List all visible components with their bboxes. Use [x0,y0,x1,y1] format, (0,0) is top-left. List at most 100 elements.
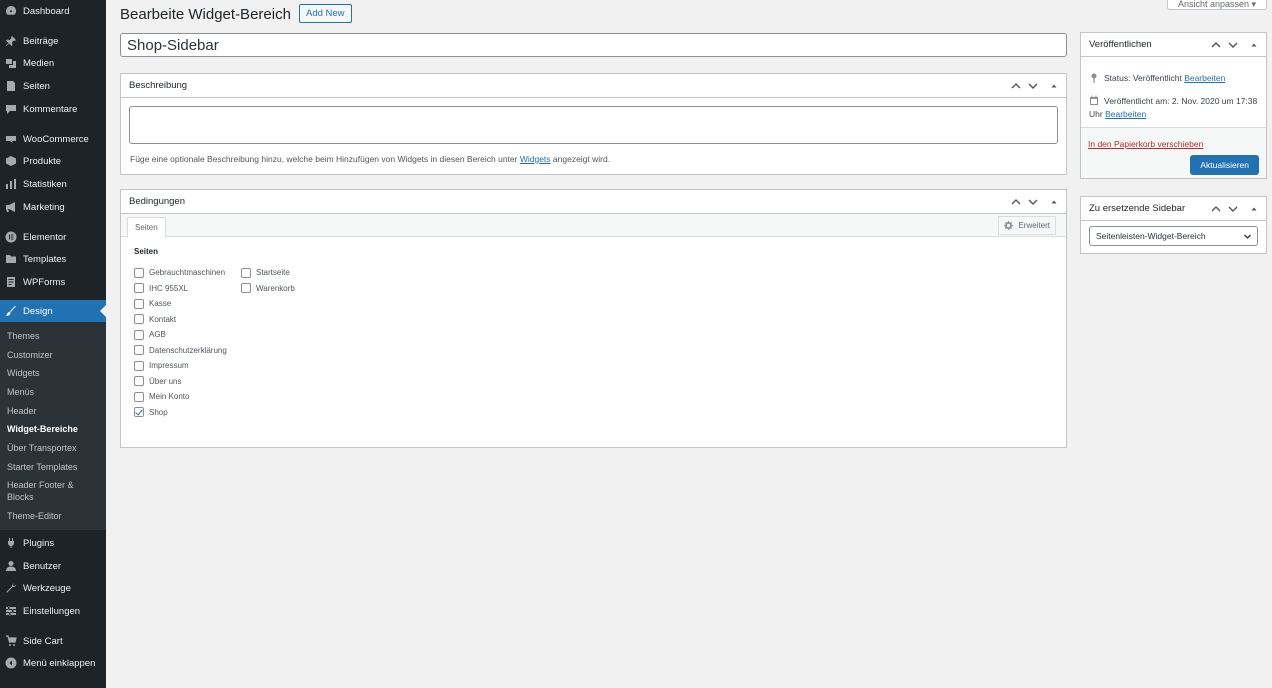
page-checkbox[interactable] [134,314,144,324]
move-up-icon[interactable] [1009,195,1023,209]
page-checkbox[interactable] [134,407,144,417]
page-checkbox-label: IHC 955XL [149,283,189,293]
sidebar-item-wpforms[interactable]: WPForms [0,271,106,293]
sidebar-item-templates[interactable]: Templates [0,248,106,270]
sidebar-item-elementor[interactable]: Elementor [0,226,106,248]
sidebar-item-design[interactable]: Design [0,300,106,322]
sidebar-item-dashboard[interactable]: Dashboard [0,0,106,22]
move-down-icon[interactable] [1226,202,1240,216]
page-checkbox[interactable] [134,376,144,386]
sidebar-item-medien[interactable]: Medien [0,52,106,74]
page-checkbox-row[interactable]: Kasse [134,298,171,309]
sidebar-item-label: Kommentare [23,103,78,115]
page-checkbox-row[interactable]: Über uns [134,376,181,387]
submenu-item-menus[interactable]: Menüs [7,386,102,398]
page-checkbox-row[interactable]: IHC 955XL [134,283,188,294]
description-textarea[interactable] [129,106,1058,144]
media-icon [5,57,17,69]
sidebar-item-label: Statistiken [23,178,67,190]
date-edit-link[interactable]: Bearbeiten [1105,109,1146,119]
toggle-panel-icon[interactable] [1247,38,1261,52]
page-checkbox-label: Startseite [256,268,290,277]
move-to-trash-link[interactable]: In den Papierkorb verschieben [1088,139,1203,149]
page-checkbox[interactable] [134,345,144,355]
page-checkbox[interactable] [134,267,144,278]
move-up-icon[interactable] [1209,202,1223,216]
publish-date: Veröffentlicht am: 2. Nov. 2020 um 17:38… [1089,95,1264,121]
sidebar-item-werkzeuge[interactable]: Werkzeuge [0,577,106,599]
tab-pages[interactable]: Seiten [127,217,166,238]
page-checkbox-label: Kontakt [149,314,177,324]
page-checkbox-row[interactable]: Mein Konto [134,391,189,402]
dashboard-icon [5,5,17,17]
page-checkbox-row[interactable]: Datenschutzerklärung [134,345,227,356]
toggle-panel-icon[interactable] [1047,195,1061,209]
add-new-button[interactable]: Add New [299,4,352,23]
comment-icon [5,103,17,115]
page-checkbox-label: Shop [149,407,168,417]
move-up-icon[interactable] [1209,38,1223,52]
sidebar-item-side-cart[interactable]: Side Cart [0,630,106,652]
move-up-icon[interactable] [1009,79,1023,93]
sidebar-item-woocommerce[interactable]: WooCommerce [0,128,106,150]
sidebar-item-produkte[interactable]: Produkte [0,150,106,172]
sidebar-item-marketing[interactable]: Marketing [0,196,106,218]
page-checkbox-label: Gebrauchtmaschinen [149,268,226,277]
submenu-item-header-footer-blocks[interactable]: Header Footer & Blocks [7,479,102,503]
toggle-panel-icon[interactable] [1047,79,1061,93]
page-checkbox[interactable] [134,360,144,371]
submenu-item-customizer[interactable]: Customizer [7,349,102,361]
submenu-item-theme-editor[interactable]: Theme-Editor [7,510,102,522]
move-down-icon[interactable] [1026,195,1040,209]
sidebar-item-benutzer[interactable]: Benutzer [0,555,106,577]
conditions-tab-bar: Seiten Erweitert [121,214,1066,238]
page-checkbox-row[interactable]: AGB [134,329,166,340]
page-checkbox-row[interactable]: Gebrauchtmaschinen [134,267,225,278]
postbox-header: Veröffentlichen [1081,33,1266,57]
move-down-icon[interactable] [1026,79,1040,93]
page-checkbox-row[interactable]: Shop [134,407,168,418]
replace-sidebar-select[interactable]: Seitenleisten-Widget-Bereich [1089,226,1258,246]
update-button[interactable]: Aktualisieren [1190,155,1259,175]
submenu-item-widget-areas[interactable]: Widget-Bereiche [7,423,102,435]
sidebar-item-beiträge[interactable]: Beiträge [0,30,106,52]
submenu-item-about-transportex[interactable]: Über Transportex [7,442,102,454]
advanced-button[interactable]: Erweitert [998,216,1056,235]
sidebar-item-label: Plugins [23,537,55,549]
page-checkbox[interactable] [134,298,144,309]
page-checkbox-row[interactable]: Warenkorb [241,283,295,294]
status-edit-link[interactable]: Bearbeiten [1184,73,1225,83]
submenu-item-themes[interactable]: Themes [7,330,102,342]
submenu-item-widgets[interactable]: Widgets [7,367,102,379]
collapse-icon [5,657,17,669]
page-checkbox[interactable] [134,391,144,402]
sidebar-item-plugins[interactable]: Plugins [0,532,106,554]
publish-postbox: Veröffentlichen Status: Veröffentlicht B… [1080,32,1267,179]
description-help-text: Füge eine optionale Beschreibung hinzu, … [130,154,611,164]
page-checkbox-row[interactable]: Startseite [241,267,290,278]
submenu-item-header[interactable]: Header [7,405,102,417]
chevron-down-icon [1243,232,1252,241]
page-checkbox-row[interactable]: Impressum [134,360,189,371]
page-checkbox[interactable] [134,329,144,340]
sidebar-item-menü-einklappen[interactable]: Menü einklappen [0,652,106,674]
sidebar-item-label: Menü einklappen [23,657,96,669]
sidebar-item-einstellungen[interactable]: Einstellungen [0,600,106,622]
page-checkbox-row[interactable]: Kontakt [134,314,176,325]
page-checkbox[interactable] [241,267,251,278]
page-checkbox[interactable] [134,283,144,293]
sidebar-title-input[interactable]: Shop-Sidebar [120,33,1067,57]
widgets-link[interactable]: Widgets [520,154,551,164]
screen-options-button[interactable]: Ansicht anpassen ▾ [1167,0,1267,10]
page-checkbox-label: Datenschutzerklärung [149,345,227,355]
page-checkbox[interactable] [241,283,251,293]
admin-sidebar: Themes Customizer Widgets Menüs Header W… [0,0,106,688]
sidebar-item-seiten[interactable]: Seiten [0,75,106,97]
sidebar-item-label: Medien [23,57,55,69]
sidebar-item-statistiken[interactable]: Statistiken [0,173,106,195]
submenu-item-starter-templates[interactable]: Starter Templates [7,461,102,473]
sidebar-item-kommentare[interactable]: Kommentare [0,98,106,120]
page-icon [5,80,17,92]
move-down-icon[interactable] [1226,38,1240,52]
toggle-panel-icon[interactable] [1247,202,1261,216]
